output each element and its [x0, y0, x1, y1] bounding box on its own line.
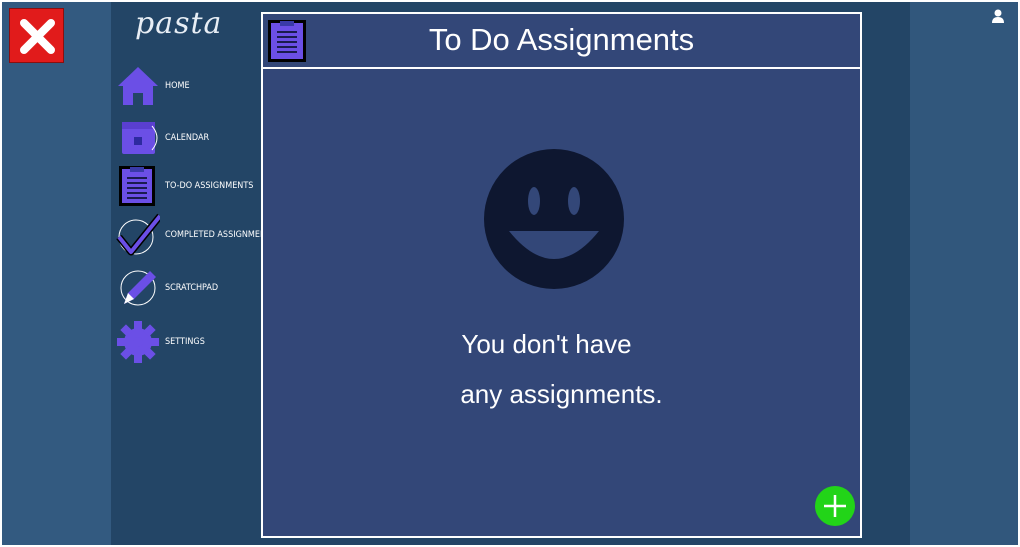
empty-state-line1: You don't have: [461, 329, 632, 359]
sidebar-item-label: SCRATCHPAD: [165, 283, 219, 293]
checkmark-icon: [116, 213, 160, 256]
sidebar-item-label: CALENDAR: [165, 133, 210, 143]
user-icon[interactable]: [990, 8, 1006, 24]
gear-icon: [117, 321, 159, 363]
calendar-icon: [122, 122, 158, 154]
card-header: To Do Assignments: [263, 14, 860, 69]
pencil-icon: [120, 270, 156, 306]
sidebar-item-label: SETTINGS: [165, 337, 205, 347]
add-assignment-button[interactable]: [815, 486, 855, 526]
app-logo: pasta: [135, 6, 223, 41]
assignments-card: To Do Assignments You don't have any ass…: [261, 12, 862, 538]
sidebar-item-calendar[interactable]: CALENDAR: [116, 116, 266, 160]
sidebar-item-label: COMPLETED ASSIGNMENTS: [165, 230, 277, 240]
page-title: To Do Assignments: [428, 22, 695, 57]
clipboard-icon: [119, 166, 155, 206]
smiley-face-icon: [484, 149, 624, 289]
home-icon: [118, 67, 158, 105]
sidebar-item-home[interactable]: HOME: [116, 64, 266, 108]
plus-icon: [824, 495, 846, 517]
sidebar-item-scratchpad[interactable]: SCRATCHPAD: [116, 266, 266, 310]
left-background-strip: [2, 2, 111, 545]
sidebar-item-completed[interactable]: COMPLETED ASSIGNMENTS: [116, 213, 276, 257]
right-background-strip: [910, 2, 1018, 545]
sidebar-item-label: HOME: [165, 81, 190, 91]
sidebar-item-todo[interactable]: TO-DO ASSIGNMENTS: [116, 164, 266, 208]
sidebar-item-label: TO-DO ASSIGNMENTS: [165, 181, 254, 191]
sidebar-item-settings[interactable]: SETTINGS: [116, 320, 266, 364]
close-button[interactable]: [9, 8, 64, 63]
empty-state-line2: any assignments.: [460, 379, 663, 409]
close-icon: [20, 19, 55, 54]
